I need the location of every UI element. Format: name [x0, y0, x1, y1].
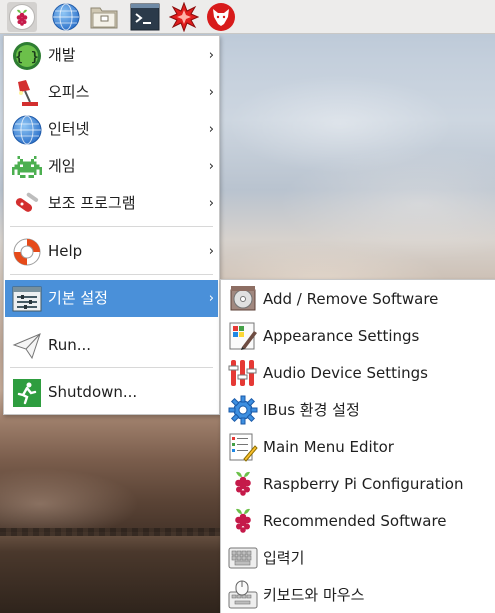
submenu-item-label: Add / Remove Software [263, 290, 439, 308]
keyboard-icon [227, 542, 259, 574]
submenu-item-add-remove-software[interactable]: Add / Remove Software [222, 281, 495, 318]
menu-item-label: 보조 프로그램 [48, 194, 136, 212]
menu-separator [10, 226, 213, 227]
submenu-item-appearance-settings[interactable]: Appearance Settings [222, 318, 495, 355]
menu-item-label: 개발 [48, 46, 76, 64]
submenu-item-keyboard-mouse[interactable]: 키보드와 마우스 [222, 577, 495, 613]
menu-separator [10, 274, 213, 275]
raspberry-menu-button[interactable] [7, 2, 37, 32]
menu-editor-icon [227, 431, 259, 463]
gear-icon [227, 394, 259, 426]
programming-icon: { } [11, 40, 43, 72]
lifebuoy-icon [11, 236, 43, 268]
submenu-item-label: Main Menu Editor [263, 438, 394, 456]
chevron-right-icon: › [208, 159, 214, 174]
package-disc-icon [227, 283, 259, 315]
audio-mixer-icon [227, 357, 259, 389]
chevron-right-icon: › [208, 244, 214, 259]
globe-icon [11, 114, 43, 146]
raspberry-icon [227, 505, 259, 537]
submenu-item-label: Audio Device Settings [263, 364, 428, 382]
submenu-item-label: 키보드와 마우스 [263, 586, 365, 604]
menu-item-internet[interactable]: 인터넷 › [5, 111, 218, 148]
submenu-item-input-method[interactable]: 입력기 [222, 540, 495, 577]
submenu-item-label: Raspberry Pi Configuration [263, 475, 464, 493]
keyboard-mouse-icon [227, 579, 259, 611]
submenu-item-label: IBus 환경 설정 [263, 401, 360, 419]
top-panel [0, 0, 495, 34]
exit-running-man-icon [11, 377, 43, 409]
svg-text:{ }: { } [15, 50, 38, 65]
submenu-item-ibus-settings[interactable]: IBus 환경 설정 [222, 392, 495, 429]
web-browser-launcher[interactable] [51, 2, 81, 32]
terminal-icon [130, 3, 160, 31]
submenu-item-label: Recommended Software [263, 512, 447, 530]
chevron-right-icon: › [208, 85, 214, 100]
raspberry-icon [227, 468, 259, 500]
menu-item-label: 기본 설정 [48, 289, 108, 307]
menu-item-run[interactable]: Run... [5, 327, 218, 364]
main-menu: { } 개발 › 오피스 › 인터넷 › 게임 › 보조 프로그램 › Help… [3, 35, 220, 415]
menu-item-preferences[interactable]: 기본 설정 › [5, 280, 218, 317]
games-invader-icon [11, 151, 43, 183]
appearance-palette-icon [227, 320, 259, 352]
accessories-knife-icon [11, 188, 43, 220]
terminal-launcher[interactable] [130, 2, 160, 32]
menu-item-games[interactable]: 게임 › [5, 148, 218, 185]
chevron-right-icon: › [208, 291, 214, 306]
menu-item-label: Help [48, 242, 83, 260]
submenu-item-recommended-software[interactable]: Recommended Software [222, 503, 495, 540]
globe-icon [52, 3, 80, 31]
menu-item-label: Run... [48, 336, 92, 354]
paper-plane-icon [11, 330, 43, 362]
office-lamp-icon [11, 77, 43, 109]
menu-item-programming[interactable]: { } 개발 › [5, 37, 218, 74]
raspberry-icon [9, 4, 35, 30]
preferences-icon [11, 283, 43, 315]
mathematica-icon [169, 2, 199, 32]
submenu-item-main-menu-editor[interactable]: Main Menu Editor [222, 429, 495, 466]
menu-separator [10, 367, 213, 368]
preferences-submenu: Add / Remove Software Appearance Setting… [220, 279, 495, 613]
wolfram-icon [207, 3, 235, 31]
menu-item-office[interactable]: 오피스 › [5, 74, 218, 111]
menu-item-label: 오피스 [48, 83, 90, 101]
submenu-item-audio-device-settings[interactable]: Audio Device Settings [222, 355, 495, 392]
menu-item-help[interactable]: Help › [5, 233, 218, 270]
submenu-item-raspberry-pi-configuration[interactable]: Raspberry Pi Configuration [222, 466, 495, 503]
chevron-right-icon: › [208, 122, 214, 137]
submenu-item-label: Appearance Settings [263, 327, 420, 345]
folder-icon [90, 7, 118, 29]
chevron-right-icon: › [208, 48, 214, 63]
mathematica-launcher[interactable] [169, 2, 199, 32]
treeline [0, 528, 220, 536]
menu-item-label: 인터넷 [48, 120, 90, 138]
menu-item-label: 게임 [48, 157, 76, 175]
submenu-item-label: 입력기 [263, 549, 305, 567]
menu-item-accessories[interactable]: 보조 프로그램 › [5, 185, 218, 222]
chevron-right-icon: › [208, 196, 214, 211]
file-manager-launcher[interactable] [89, 2, 119, 32]
menu-item-shutdown[interactable]: Shutdown... [5, 374, 218, 411]
menu-item-label: Shutdown... [48, 383, 138, 401]
wolfram-launcher[interactable] [206, 2, 236, 32]
